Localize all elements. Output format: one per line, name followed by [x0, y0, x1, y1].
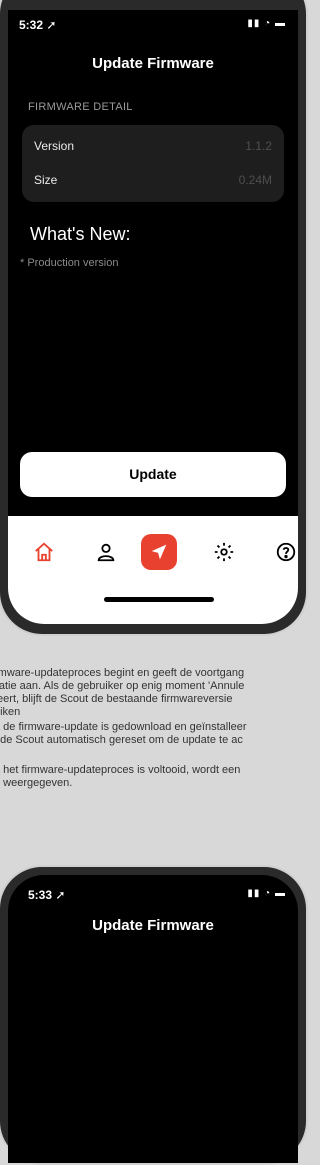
whats-new-note: * Production version: [20, 257, 119, 269]
paragraph-2: a de firmware-update is gedownload en ge…: [0, 721, 320, 747]
tab-settings[interactable]: [206, 534, 242, 570]
home-indicator: [104, 597, 214, 602]
detail-key: Version: [34, 139, 75, 153]
home-icon: [33, 542, 55, 561]
text-line: rmware-updateproces begint en geeft de v…: [0, 667, 245, 679]
status-icons: ▮▮ ◔ ▬: [247, 18, 286, 29]
whats-new-title: What's New:: [30, 224, 131, 244]
tab-bar: [8, 516, 298, 624]
settings-icon: [213, 542, 235, 561]
paragraph-1: rmware-updateproces begint en geeft de v…: [0, 667, 320, 719]
update-button[interactable]: Update: [20, 452, 286, 497]
status-bar: 5:33 ➚ ▮▮ ◔ ▬: [8, 875, 298, 902]
detail-row-version: Version 1.1.2: [34, 139, 272, 159]
text-line: e weergegeven.: [0, 777, 73, 789]
tab-profile[interactable]: [88, 534, 124, 570]
detail-row-size: Size 0.24M: [34, 173, 272, 193]
help-icon: [275, 542, 297, 561]
phone-screen-2: 5:33 ➚ ▮▮ ◔ ▬ Update Firmware: [8, 875, 298, 1163]
firmware-detail-card: Version 1.1.2 Size 0.24M: [22, 125, 284, 202]
page-title: Update Firmware: [92, 55, 214, 72]
text-line: t de Scout automatisch gereset om de upd…: [0, 734, 243, 746]
status-time: 5:32 ➚: [19, 18, 57, 32]
user-icon: [95, 543, 117, 561]
detail-value: 1.1.2: [245, 139, 272, 153]
navigation-icon: [148, 543, 170, 560]
status-bar: 5:32 ➚ ▮▮ ◔ ▬: [8, 10, 298, 36]
tab-help[interactable]: [268, 534, 298, 570]
detail-value: 0.24M: [238, 173, 272, 187]
status-icons: ▮▮ ◔ ▬: [247, 888, 286, 899]
tab-home[interactable]: [26, 534, 62, 570]
text-line: a de firmware-update is gedownload en ge…: [0, 721, 247, 733]
phone-frame-2: 5:33 ➚ ▮▮ ◔ ▬ Update Firmware: [0, 865, 308, 1165]
text-line: a het firmware-updateproces is voltooid,…: [0, 764, 241, 776]
section-header: FIRMWARE DETAIL: [28, 101, 133, 113]
status-time: 5:33 ➚: [28, 888, 66, 902]
phone-screen-1: 5:32 ➚ ▮▮ ◔ ▬ Update Firmware FIRMWARE D…: [8, 10, 298, 624]
text-line: llatie aan. Als de gebruiker op enig mom…: [0, 680, 245, 692]
text-line: teert, blijft de Scout de bestaande firm…: [0, 693, 233, 705]
page-title: Update Firmware: [92, 917, 214, 934]
phone-frame-1: 5:32 ➚ ▮▮ ◔ ▬ Update Firmware FIRMWARE D…: [0, 0, 308, 636]
tab-navigation[interactable]: [141, 534, 177, 570]
paragraph-3: a het firmware-updateproces is voltooid,…: [0, 764, 320, 790]
detail-key: Size: [34, 173, 58, 187]
text-line: uiken: [0, 706, 21, 718]
